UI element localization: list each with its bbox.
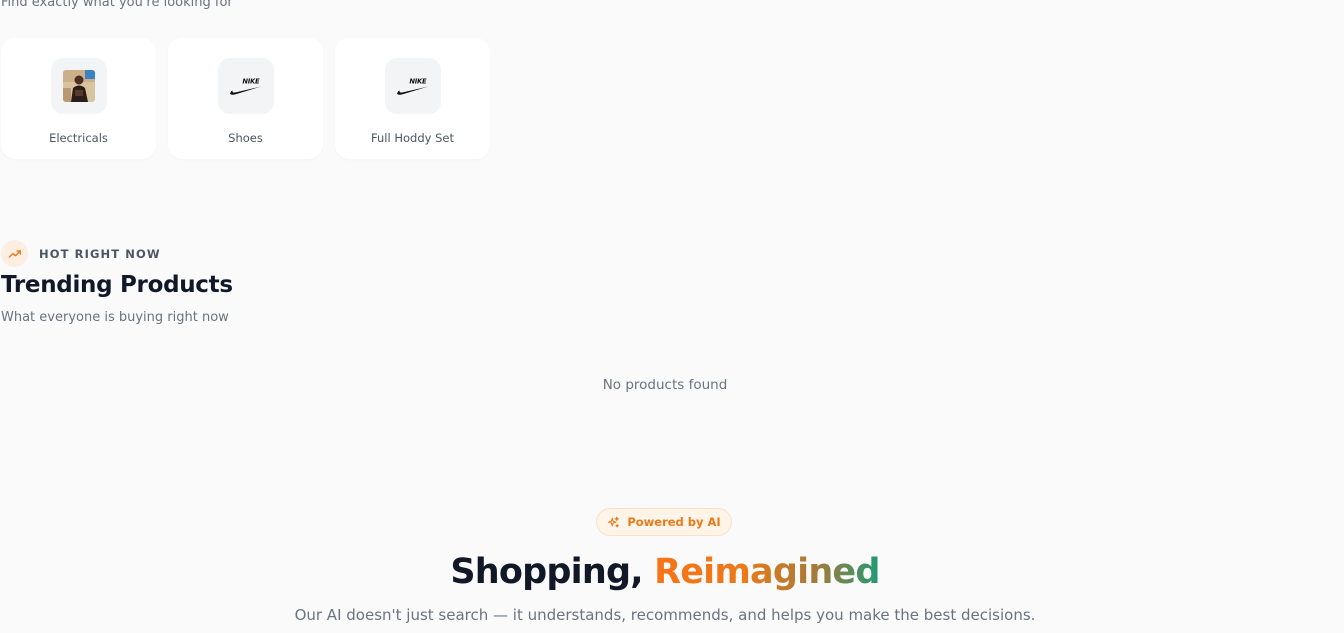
- svg-text:NIKE: NIKE: [242, 77, 260, 85]
- category-card-electricals[interactable]: Electricals: [1, 38, 156, 159]
- nike-logo-icon: NIKE: [396, 77, 428, 95]
- powered-by-ai-label: Powered by AI: [627, 515, 721, 529]
- category-label: Electricals: [49, 131, 108, 145]
- trending-subtitle: What everyone is buying right now: [1, 310, 229, 325]
- trending-up-icon: [8, 249, 21, 258]
- empty-state-message: No products found: [602, 377, 728, 393]
- trending-badge: [1, 240, 28, 267]
- category-card-shoes[interactable]: NIKE Shoes: [168, 38, 323, 159]
- powered-by-ai-badge: Powered by AI: [596, 508, 732, 536]
- category-icon-box: [50, 58, 107, 114]
- page: Find exactly what you're looking for Ele…: [0, 0, 1344, 633]
- hero-description: Our AI doesn't just search — it understa…: [294, 606, 1036, 624]
- sparkles-icon: [608, 516, 620, 527]
- trending-eyebrow-label: HOT RIGHT NOW: [39, 246, 161, 261]
- trending-eyebrow: HOT RIGHT NOW: [1, 240, 161, 267]
- trending-title: Trending Products: [1, 272, 233, 298]
- svg-text:NIKE: NIKE: [409, 77, 427, 85]
- electricals-photo-thumbnail: [62, 70, 95, 102]
- categories-subtitle: Find exactly what you're looking for: [1, 0, 233, 10]
- category-icon-box: NIKE: [217, 58, 274, 114]
- category-label: Shoes: [228, 131, 263, 145]
- category-label: Full Hoddy Set: [371, 131, 454, 145]
- category-icon-box: NIKE: [384, 58, 441, 114]
- nike-logo-icon: NIKE: [229, 77, 261, 95]
- category-grid: Electricals NIKE Shoes NIKE Full Hoddy S…: [1, 38, 490, 159]
- category-card-full-hoddy-set[interactable]: NIKE Full Hoddy Set: [335, 38, 490, 159]
- hero-title: Shopping, Reimagined: [0, 552, 1330, 592]
- hero-title-plain: Shopping,: [450, 552, 643, 592]
- hero-title-highlight: Reimagined: [654, 552, 880, 592]
